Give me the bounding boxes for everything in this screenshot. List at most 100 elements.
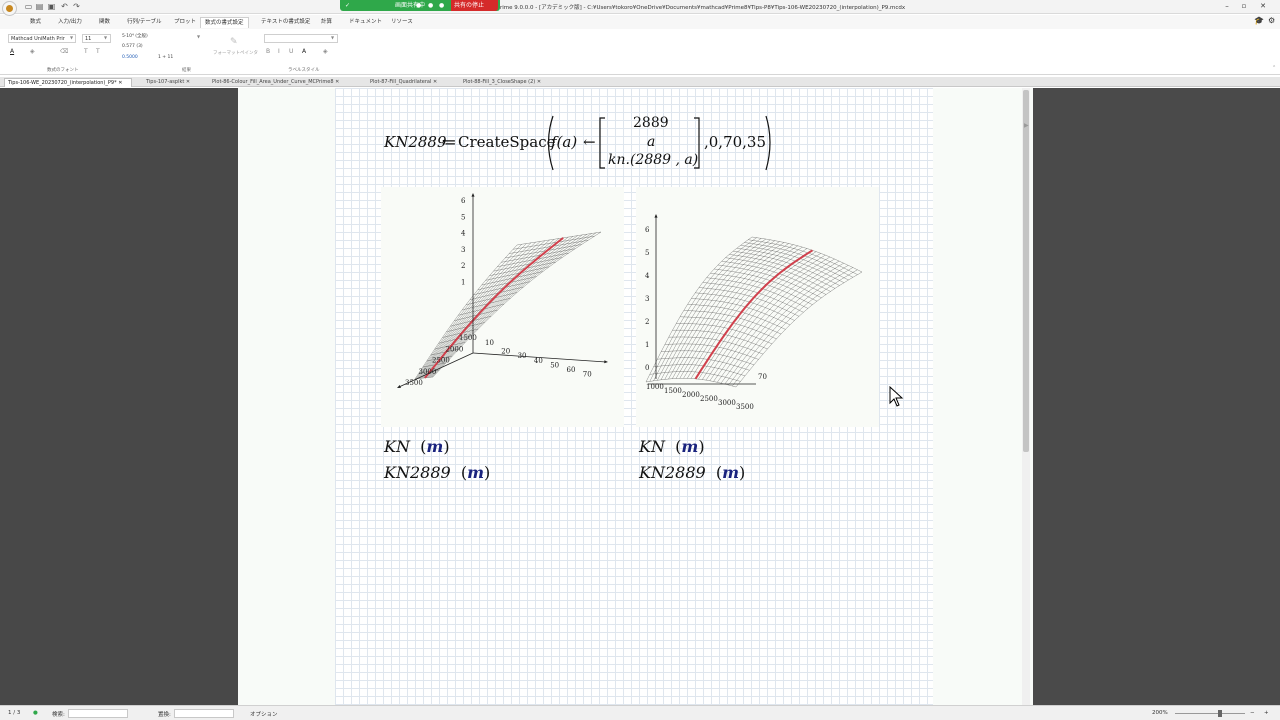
tick-label: 70 bbox=[758, 373, 767, 381]
options-label[interactable]: オプション bbox=[250, 710, 278, 718]
tick-label: 30 bbox=[518, 352, 527, 360]
mesh-line bbox=[735, 271, 863, 388]
close-icon[interactable]: ✕ bbox=[335, 79, 339, 85]
search-input[interactable] bbox=[68, 709, 128, 718]
chevron-down-icon[interactable]: ▼ bbox=[70, 35, 73, 40]
axis-arrow bbox=[604, 360, 608, 364]
font-color-icon[interactable]: A bbox=[10, 48, 14, 55]
mesh-line bbox=[645, 236, 753, 383]
tab-functions[interactable]: 関数 bbox=[95, 17, 114, 28]
font-size-value: 11 bbox=[85, 36, 92, 42]
zoom-slider[interactable] bbox=[1175, 713, 1245, 714]
redo-icon[interactable]: ↷ bbox=[72, 2, 81, 11]
format-painter-icon[interactable]: ✎ bbox=[230, 37, 238, 47]
plot-left-label-1[interactable]: KN (m) bbox=[384, 437, 450, 456]
stop-share-button[interactable]: 共有の停止 bbox=[451, 0, 498, 11]
close-icon[interactable]: ✕ bbox=[1258, 2, 1268, 10]
label-arg-m: m bbox=[681, 437, 699, 456]
tick-label: 3500 bbox=[736, 403, 754, 411]
mesh-line bbox=[698, 251, 817, 380]
doc-tab-tips-106[interactable]: Tips-106-WE_20230720_(interpolation)_P9*… bbox=[4, 78, 132, 87]
mesh-line bbox=[509, 240, 589, 254]
gear-icon[interactable]: ⚙ bbox=[1264, 15, 1279, 26]
tab-calculation[interactable]: 計算 bbox=[317, 17, 336, 28]
close-icon[interactable]: ✕ bbox=[433, 79, 437, 85]
page-indicator: 1 / 3 bbox=[8, 710, 21, 716]
axis-arrow bbox=[654, 214, 658, 218]
mic-icon[interactable]: ● bbox=[416, 0, 421, 11]
chevron-right-icon[interactable]: ▶ bbox=[1024, 122, 1029, 129]
collapse-ribbon-icon[interactable]: ⌃ bbox=[1272, 65, 1276, 71]
chevron-down-icon[interactable]: ▼ bbox=[104, 35, 107, 40]
font-name-select[interactable]: Mathcad UniMath Prir bbox=[8, 34, 76, 43]
surface-plot-left: 6 5 4 3 2 1 10 20 30 40 50 60 70 1500 2000 2500 3000 3500 bbox=[397, 193, 608, 388]
doc-tab-label: Tips-106-WE_20230720_(interpolation)_P9* bbox=[8, 80, 117, 86]
mesh-line bbox=[720, 263, 844, 384]
plot-left-label-2[interactable]: KN2889 (m) bbox=[384, 463, 490, 482]
vertical-scrollbar[interactable] bbox=[1022, 88, 1030, 705]
replace-input[interactable] bbox=[174, 709, 234, 718]
lambda-head: f(a) bbox=[551, 133, 578, 151]
tick-label: 1500 bbox=[664, 387, 682, 395]
bold-icon[interactable]: B bbox=[266, 48, 270, 55]
tab-plots[interactable]: プロット bbox=[170, 17, 200, 28]
close-icon[interactable]: ✕ bbox=[118, 80, 122, 86]
settings-icon[interactable]: ● bbox=[439, 0, 444, 11]
underline-icon[interactable]: U bbox=[289, 48, 293, 55]
doc-tab-plot-86[interactable]: Plot-86-Colour_Fill_Area_Under_Curve_MCP… bbox=[209, 78, 359, 87]
mathcad-logo[interactable] bbox=[2, 1, 17, 16]
format-painter-label[interactable]: フォーマットペインタ bbox=[213, 50, 258, 56]
zoom-out-icon[interactable]: − bbox=[1250, 710, 1255, 716]
plot-right-label-2[interactable]: KN2889 (m) bbox=[639, 463, 745, 482]
pause-icon[interactable]: ● bbox=[428, 0, 433, 11]
highlight-color-icon[interactable]: ◈ bbox=[30, 48, 35, 55]
tab-document[interactable]: ドキュメント bbox=[345, 17, 386, 28]
vector-row-2: a bbox=[647, 134, 656, 150]
label-style-select[interactable] bbox=[264, 34, 338, 43]
precision-value[interactable]: 0.577 (3) bbox=[122, 44, 143, 49]
left-gray-margin bbox=[0, 88, 238, 705]
def-name: KN2889 bbox=[384, 133, 447, 151]
plot-3d-left[interactable]: 6 5 4 3 2 1 10 20 30 40 50 60 70 1500 2000 2500 3000 3500 bbox=[381, 187, 624, 427]
minimize-icon[interactable]: – bbox=[1222, 2, 1232, 10]
doc-tab-tips-107[interactable]: Tips-107-asplkt ✕ bbox=[143, 78, 198, 87]
group-math-font-label: 数式のフォント bbox=[47, 68, 79, 73]
tab-input-output[interactable]: 入力/出力 bbox=[54, 17, 86, 28]
zoom-in-icon[interactable]: + bbox=[1264, 710, 1269, 716]
tab-math-formatting[interactable]: 数式の書式設定 bbox=[200, 17, 249, 28]
tab-text-formatting[interactable]: テキストの書式設定 bbox=[257, 17, 314, 28]
tab-matrices-tables[interactable]: 行列/テーブル bbox=[123, 17, 166, 28]
stop-share-label: 共有の停止 bbox=[454, 2, 485, 9]
doc-tab-plot-88[interactable]: Plot-88-Fill_3_CloseShape (2) ✕ bbox=[460, 78, 560, 87]
maximize-icon[interactable]: ▫ bbox=[1239, 2, 1249, 10]
scrollbar-thumb[interactable] bbox=[1023, 90, 1029, 452]
close-icon[interactable]: ✕ bbox=[537, 79, 541, 85]
label-arg-m: m bbox=[467, 463, 485, 482]
plot-right-label-1[interactable]: KN (m) bbox=[639, 437, 705, 456]
save-icon[interactable]: ▣ bbox=[47, 2, 56, 11]
text-color-icon[interactable]: A bbox=[302, 48, 306, 55]
tab-math[interactable]: 数式 bbox=[26, 17, 45, 28]
text-highlight-icon[interactable]: ◈ bbox=[323, 48, 328, 55]
superscript-icon[interactable]: T bbox=[96, 48, 100, 55]
chevron-down-icon[interactable]: ▼ bbox=[197, 34, 200, 39]
tab-resources[interactable]: リソース bbox=[387, 17, 417, 28]
createspace-args: ,0,70,35 bbox=[704, 133, 767, 151]
chevron-down-icon[interactable]: ▼ bbox=[331, 35, 334, 40]
subscript-icon[interactable]: T bbox=[84, 48, 88, 55]
clear-format-icon[interactable]: ⌫ bbox=[60, 48, 68, 55]
local-assign-arrow: ← bbox=[583, 133, 596, 151]
plot-3d-right[interactable]: 6 5 4 3 2 1 0 1000 1500 2000 2500 3000 3500 70 bbox=[636, 187, 879, 427]
tick-label: 1500 bbox=[459, 334, 477, 342]
zoom-slider-handle[interactable] bbox=[1218, 710, 1222, 717]
new-file-icon[interactable]: ▭ bbox=[24, 2, 33, 11]
zoom-level[interactable]: 200% bbox=[1152, 710, 1168, 716]
label-kn2889: KN2889 bbox=[384, 463, 451, 482]
open-file-icon[interactable]: ▤ bbox=[35, 2, 44, 11]
italic-icon[interactable]: I bbox=[278, 48, 280, 55]
close-icon[interactable]: ✕ bbox=[186, 79, 190, 85]
status-bar: 1 / 3 ● 検索: 置換: オプション 200% − + bbox=[0, 705, 1280, 720]
undo-icon[interactable]: ↶ bbox=[60, 2, 69, 11]
number-format-value[interactable]: 5·10⁴ (全般) bbox=[122, 33, 148, 39]
doc-tab-plot-87[interactable]: Plot-87-Fill_Quadrilateral ✕ bbox=[367, 78, 451, 87]
